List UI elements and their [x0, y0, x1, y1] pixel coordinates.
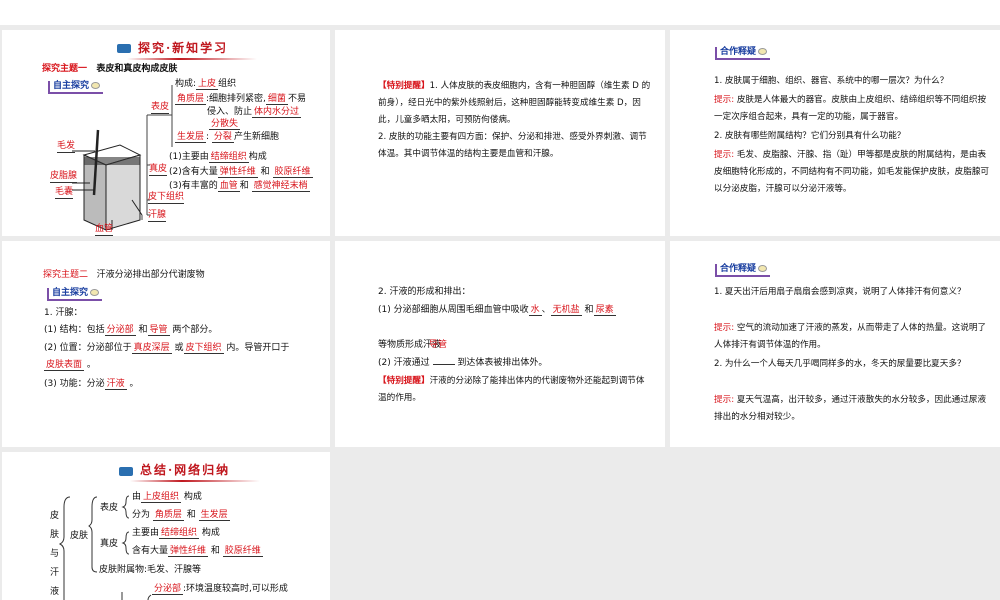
slide-3[interactable]: 合作释疑 1. 皮肤属于细胞、组织、器官、系统中的哪一层次？为什么？ 提示: 皮… — [670, 30, 1000, 236]
special-tip-2: 2. 皮肤的功能主要有四方面：保护、分泌和排泄、感受外界刺激、调节体温。其中调节… — [378, 132, 647, 159]
label-blood-vessel: 血管 — [95, 224, 114, 236]
slide-4[interactable]: 探究主题二 汗液分泌排出部分代谢废物 自主探究 1. 汗腺： (1) 结构：包括… — [2, 241, 330, 447]
answer-2: 提示: 夏天气温高，出汗较多，通过汗液散失的水分较多，因此通过尿液排出的水分相对… — [714, 395, 987, 422]
label-subcutaneous: 皮下组织 — [148, 192, 185, 204]
dermis-line-1: 主要由 结缔组织 构成 — [132, 528, 220, 539]
label-sebaceous-gland: 皮脂腺 — [50, 171, 78, 183]
node-dermis: 真皮 — [100, 539, 119, 549]
sweat-formation-heading: 2. 汗液的形成和排出： — [378, 287, 471, 297]
tag-cooperation: 合作释疑 — [715, 264, 771, 277]
dermis-line-1: (1)主要由 结缔组织 构成 — [169, 152, 267, 163]
stratum-corneum-line-3: 分散失 — [209, 119, 241, 130]
label-hair-follicle: 毛囊 — [55, 187, 74, 199]
epidermis-line-2: 分为 角质层 和 生发层 — [132, 510, 230, 521]
epidermis-composition: 构成: 上皮 组织 — [175, 79, 237, 90]
secretory-part-line: 分泌部:环境温度较高时,可以形成 — [152, 584, 288, 595]
tag-self-study: 自主探究 — [47, 288, 103, 301]
question-1: 1. 夏天出汗后用扇子扇扇会感到凉爽，说明了人体排汗有何意义？ — [714, 287, 966, 297]
dermis-line-2: (2)含有大量 弹性纤维 和 胶原纤维 — [169, 167, 313, 178]
special-tip-1: 【特别提醒】1. 人体皮肤的表皮细胞内，含有一种胆固醇（维生素 D 的前身），经… — [378, 81, 651, 125]
answer-1: 提示: 空气的流动加速了汗液的蒸发，从而带走了人体的热量。这说明了人体排汗有调节… — [714, 323, 987, 350]
location-line-2: 皮肤表面 。 — [44, 360, 96, 371]
sweat-gland-heading: 1. 汗腺： — [44, 308, 83, 318]
slide-6[interactable]: 合作释疑 1. 夏天出汗后用扇子扇扇会感到凉爽，说明了人体排汗有何意义？ 提示:… — [670, 241, 1000, 447]
node-epidermis: 表皮 — [100, 503, 119, 513]
skin-cross-section-diagram — [72, 85, 173, 231]
answer-1: 提示: 皮肤是人体最大的器官。皮肤由上皮组织、结缔组织等不同组织按一定次序组合起… — [714, 95, 987, 122]
tag-cooperation: 合作释疑 — [715, 47, 771, 60]
book-icon — [758, 48, 768, 55]
formation-line: (1) 分泌部细胞从周围毛细血管中吸收水、无机盐 和尿素 — [378, 305, 616, 316]
stratum-corneum-line: 角质层:细胞排列紧密, 细菌 不易 — [175, 94, 306, 105]
stratum-basale-line: 生发层: 分裂 产生新细胞 — [175, 132, 279, 143]
question-1: 1. 皮肤属于细胞、组织、器官、系统中的哪一层次？为什么？ — [714, 76, 949, 86]
dermis-line-3: (3)有丰富的 血管和 感觉神经末梢 — [169, 181, 310, 192]
excretion-line: (2) 汗液通过 到达体表被排出体外。 — [378, 358, 548, 368]
question-2: 2. 为什么一个人每天几乎喝同样多的水，冬天的尿量要比夏天多？ — [714, 359, 966, 369]
book-icon — [90, 289, 100, 296]
label-dermis: 真皮 — [149, 164, 168, 176]
stratum-corneum-line-2: 侵入、防止 体内水分过 — [207, 107, 302, 118]
slide-2[interactable]: 【特别提醒】1. 人体皮肤的表皮细胞内，含有一种胆固醇（维生素 D 的前身），经… — [335, 30, 665, 236]
slide-1[interactable]: 探究·新知学习 探究主题一 表皮和真皮构成皮肤 自主探究 毛发 皮脂腺 毛囊 血… — [2, 30, 330, 236]
slide-5[interactable]: 2. 汗液的形成和排出： (1) 分泌部细胞从周围毛细血管中吸收水、无机盐 和尿… — [335, 241, 665, 447]
node-skin: 皮肤 — [70, 531, 89, 541]
label-hair: 毛发 — [57, 141, 76, 153]
label-epidermis: 表皮 — [151, 102, 170, 114]
topic-heading: 探究主题二 汗液分泌排出部分代谢废物 — [43, 270, 205, 280]
book-icon — [758, 265, 768, 272]
location-line: (2) 位置：分泌部位于 真皮深层 或皮下组织 内。导管开口于 — [44, 343, 290, 354]
label-sweat-gland: 汗腺 — [148, 210, 167, 222]
question-2: 2. 皮肤有哪些附属结构？它们分别具有什么功能？ — [714, 131, 906, 141]
dermis-line-2: 含有大量 弹性纤维 和 胶原纤维 — [132, 546, 263, 557]
special-tip: 【特别提醒】汗液的分泌除了能排出体内的代谢废物外还能起到调节体温的作用。 — [378, 376, 645, 403]
answer-2: 提示: 毛发、皮脂腺、汗腺、指（趾）甲等都是皮肤的附属结构，是由表皮细胞特化形成… — [714, 150, 990, 194]
structure-line: (1) 结构：包括 分泌部 和导管 两个部分。 — [44, 325, 218, 336]
appendages-line: 皮肤附属物:毛发、汗腺等 — [99, 565, 202, 575]
root-concept: 皮肤与汗液 — [50, 511, 60, 597]
slide-7[interactable]: 总结·网络归纳 皮肤与汗液 皮肤 表皮 由上皮组织 构成 分为 角质层 和 生发… — [2, 452, 330, 600]
formation-line-2: 等物质形成汗液导管 — [378, 340, 448, 350]
function-line: (3) 功能：分泌 汗液 。 — [44, 379, 139, 390]
epidermis-line-1: 由上皮组织 构成 — [132, 492, 202, 503]
